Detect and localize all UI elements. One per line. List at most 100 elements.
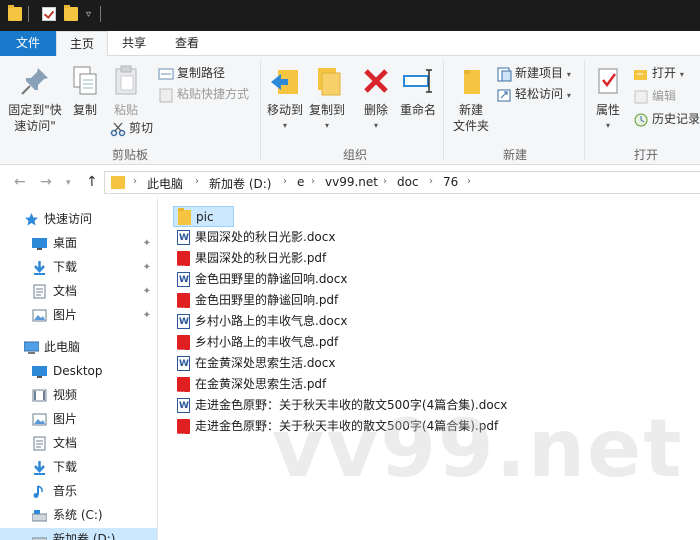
breadcrumb-item[interactable]: doc <box>397 175 419 189</box>
documents-icon <box>32 436 47 451</box>
open-label: 打开 <box>652 66 677 80</box>
nav-item-label: 桌面 <box>53 236 78 250</box>
rename-icon <box>401 64 435 98</box>
pictures-icon <box>32 412 47 427</box>
tab-file[interactable]: 文件 <box>0 31 56 56</box>
file-list: pic 果园深处的秋日光影.docx 果园深处的秋日光影.pdf 金色田野里的静… <box>173 205 693 446</box>
nav-item-documents-pinned[interactable]: 文档 ✦ <box>0 280 157 303</box>
copy-button[interactable]: 复制 <box>66 64 104 118</box>
word-document-icon <box>177 270 190 291</box>
paste-button[interactable]: 粘贴 <box>106 64 146 118</box>
move-to-button[interactable]: 移动到 ▾ <box>264 64 306 134</box>
paste-shortcut-button[interactable]: 粘贴快捷方式 <box>158 84 249 104</box>
nav-item-label: 文档 <box>53 284 78 298</box>
crumb-separator-icon[interactable]: › <box>283 176 287 187</box>
nav-item-label: 新加卷 (D:) <box>53 532 116 540</box>
breadcrumb-item[interactable]: e <box>297 175 304 189</box>
group-label-clipboard: 剪贴板 <box>111 148 148 162</box>
paste-label: 粘贴 <box>113 103 138 117</box>
copy-path-icon <box>158 66 174 82</box>
pdf-icon <box>177 419 190 446</box>
tab-home[interactable]: 主页 <box>56 31 108 57</box>
recent-locations-chevron-icon[interactable]: ▾ <box>66 178 71 188</box>
file-row-folder-pic[interactable]: pic <box>173 206 234 227</box>
pane-divider[interactable] <box>157 198 158 540</box>
tab-share[interactable]: 共享 <box>110 31 158 56</box>
nav-item-downloads-pinned[interactable]: 下载 ✦ <box>0 256 157 279</box>
breadcrumb-item[interactable]: 此电脑 <box>147 175 183 192</box>
separator <box>100 6 101 22</box>
cut-button[interactable]: 剪切 <box>110 118 153 138</box>
pin-to-quick-access-button[interactable]: 固定到"快 速访问" <box>6 64 64 134</box>
pin-label-line2: 速访问" <box>14 119 56 133</box>
breadcrumb-item[interactable]: 76 <box>443 175 458 189</box>
new-item-button[interactable]: 新建项目 ▾ <box>496 63 571 83</box>
history-label: 历史记录 <box>652 112 700 126</box>
chevron-down-icon: ▾ <box>566 70 571 79</box>
nav-item-drive-c[interactable]: 系统 (C:) <box>0 504 157 527</box>
nav-item-pictures-pinned[interactable]: 图片 ✦ <box>0 304 157 327</box>
rename-label: 重命名 <box>399 103 436 117</box>
edit-button[interactable]: 编辑 <box>633 86 676 106</box>
crumb-separator-icon[interactable]: › <box>133 176 137 187</box>
word-document-icon <box>177 396 190 417</box>
nav-item-videos[interactable]: 视频 <box>0 384 157 407</box>
back-arrow-icon[interactable]: ← <box>14 174 26 190</box>
nav-item-music[interactable]: 音乐 <box>0 480 157 503</box>
chevron-down-icon: ▾ <box>679 70 684 79</box>
crumb-separator-icon[interactable]: › <box>429 176 433 187</box>
forward-arrow-icon[interactable]: → <box>40 174 52 190</box>
address-row: ← → ▾ ↑ › 此电脑 › 新加卷 (D:) › e › vv99.net … <box>0 166 700 198</box>
pin-icon[interactable]: ✦ <box>143 304 151 327</box>
breadcrumb-item[interactable]: 新加卷 (D:) <box>209 175 271 192</box>
breadcrumb-item[interactable]: vv99.net <box>325 175 378 189</box>
drive-icon <box>31 508 48 523</box>
nav-item-label: 下载 <box>53 460 78 474</box>
open-button[interactable]: 打开 ▾ <box>633 63 684 83</box>
nav-item-desktop[interactable]: Desktop <box>0 360 157 383</box>
properties-check-icon[interactable] <box>42 7 56 21</box>
nav-item-this-pc[interactable]: 此电脑 <box>0 336 157 359</box>
new-item-icon <box>496 66 512 82</box>
copy-to-label: 复制到 <box>308 103 345 117</box>
nav-item-quick-access[interactable]: 快速访问 <box>0 208 157 231</box>
group-separator <box>443 60 444 160</box>
new-folder-icon[interactable] <box>64 5 78 21</box>
nav-item-label: 图片 <box>53 308 78 322</box>
copy-to-button[interactable]: 复制到 ▾ <box>306 64 348 134</box>
group-label-organize: 组织 <box>342 148 367 162</box>
history-button[interactable]: 历史记录 <box>633 109 700 129</box>
nav-item-pictures[interactable]: 图片 <box>0 408 157 431</box>
nav-item-drive-d[interactable]: 新加卷 (D:) <box>0 528 157 540</box>
pin-icon[interactable]: ✦ <box>143 256 151 279</box>
rename-button[interactable]: 重命名 <box>397 64 439 118</box>
crumb-separator-icon[interactable]: › <box>383 176 387 187</box>
paste-shortcut-icon <box>158 87 174 103</box>
pin-icon[interactable]: ✦ <box>143 232 151 255</box>
nav-item-desktop-pinned[interactable]: 桌面 ✦ <box>0 232 157 255</box>
crumb-separator-icon[interactable]: › <box>467 176 471 187</box>
tab-view[interactable]: 查看 <box>162 31 212 56</box>
desktop-icon <box>32 364 47 379</box>
chevron-down-icon: ▾ <box>324 121 329 130</box>
crumb-separator-icon[interactable]: › <box>311 176 315 187</box>
this-pc-icon <box>23 340 40 355</box>
delete-label: 删除 <box>363 103 388 117</box>
nav-item-documents[interactable]: 文档 <box>0 432 157 455</box>
new-item-label: 新建项目 <box>515 66 564 80</box>
copy-path-button[interactable]: 复制路径 <box>158 63 225 83</box>
easy-access-button[interactable]: 轻松访问 ▾ <box>496 84 571 104</box>
word-document-icon <box>177 354 190 375</box>
new-folder-button[interactable]: 新建 文件夹 <box>450 64 492 134</box>
crumb-separator-icon[interactable]: › <box>195 176 199 187</box>
pin-icon[interactable]: ✦ <box>143 280 151 303</box>
dropdown-arrow-icon[interactable]: ▿ <box>86 9 91 20</box>
pin-label-line1: 固定到"快 <box>8 103 62 117</box>
easy-access-label: 轻松访问 <box>515 87 564 101</box>
address-bar[interactable]: › 此电脑 › 新加卷 (D:) › e › vv99.net › doc › … <box>104 171 700 194</box>
desktop-icon <box>32 236 47 251</box>
properties-button[interactable]: 属性 ▾ <box>588 64 628 134</box>
up-arrow-icon[interactable]: ↑ <box>86 174 98 190</box>
delete-button[interactable]: 删除 ▾ <box>358 64 394 134</box>
nav-item-downloads[interactable]: 下载 <box>0 456 157 479</box>
